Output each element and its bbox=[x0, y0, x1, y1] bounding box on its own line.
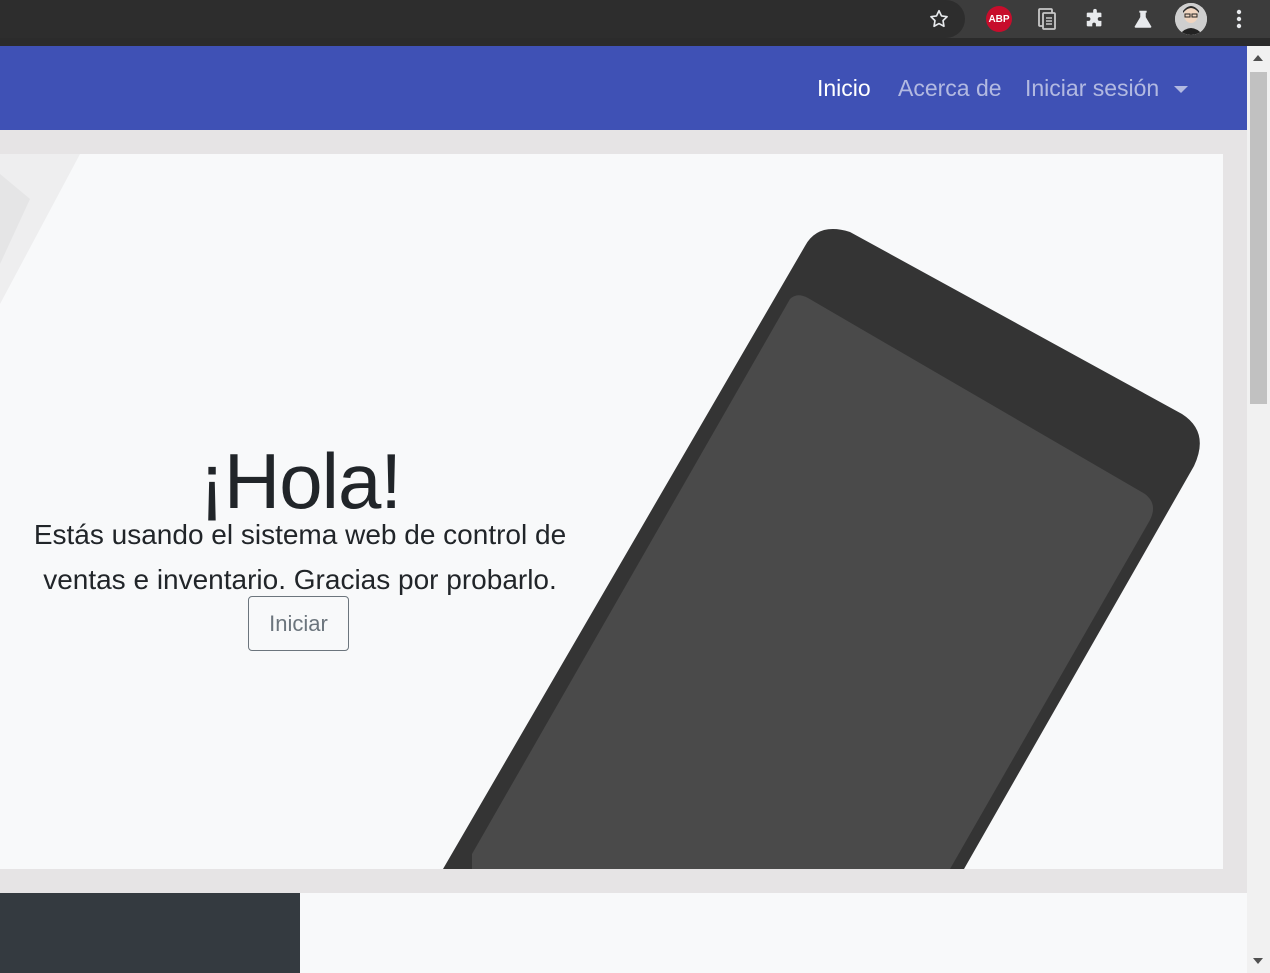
nav-link-iniciar-sesion[interactable]: Iniciar sesión bbox=[1025, 75, 1159, 102]
footer-light-panel bbox=[300, 893, 1247, 973]
page-scrollbar[interactable] bbox=[1247, 46, 1270, 973]
scroll-up-icon[interactable] bbox=[1253, 55, 1263, 61]
footer-dark-panel bbox=[0, 893, 300, 973]
adblock-badge: ABP bbox=[986, 6, 1012, 32]
chevron-down-icon[interactable] bbox=[1174, 86, 1188, 93]
navbar: Inicio Acerca de Iniciar sesión bbox=[0, 46, 1247, 130]
menu-icon[interactable] bbox=[1225, 5, 1253, 33]
toolbar-separator bbox=[0, 38, 1270, 46]
nav-link-acerca-de[interactable]: Acerca de bbox=[898, 75, 1002, 102]
star-icon[interactable] bbox=[925, 5, 953, 33]
reader-icon[interactable] bbox=[1033, 5, 1061, 33]
hero-lead: Estás usando el sistema web de control d… bbox=[33, 519, 567, 595]
extensions-icon[interactable] bbox=[1081, 5, 1109, 33]
browser-toolbar: ABP bbox=[0, 0, 1270, 38]
labs-icon[interactable] bbox=[1129, 5, 1157, 33]
scroll-down-icon[interactable] bbox=[1253, 958, 1263, 964]
iniciar-button[interactable]: Iniciar bbox=[248, 596, 349, 651]
address-bar-end[interactable] bbox=[0, 0, 965, 38]
hero-jumbotron: ¡Hola! Estás usando el sistema web de co… bbox=[0, 154, 1223, 869]
nav-link-inicio[interactable]: Inicio bbox=[817, 75, 871, 102]
adblock-icon[interactable]: ABP bbox=[985, 5, 1013, 33]
scroll-thumb[interactable] bbox=[1250, 72, 1267, 404]
profile-avatar[interactable] bbox=[1175, 3, 1207, 35]
